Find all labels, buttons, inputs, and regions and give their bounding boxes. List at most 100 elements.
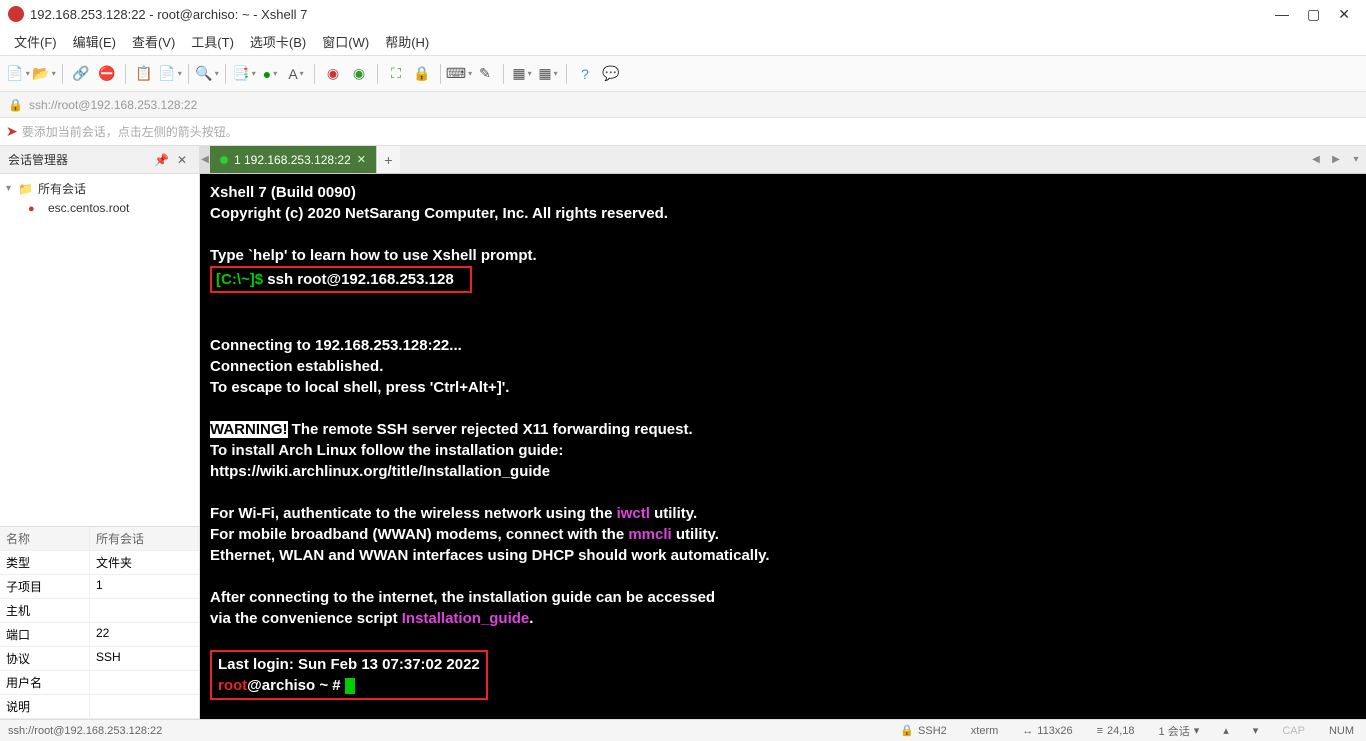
props-header-name: 名称 <box>0 527 90 550</box>
last-login-line: Last login: Sun Feb 13 07:37:02 2022 <box>218 654 480 675</box>
panel-close-icon[interactable]: ✕ <box>173 153 191 167</box>
lock-icon: 🔒 <box>900 724 914 737</box>
pin-icon[interactable]: 📌 <box>150 153 173 167</box>
ssh-command: ssh root@192.168.253.128 <box>267 271 453 288</box>
terminal-line: After connecting to the internet, the in… <box>210 587 1356 608</box>
address-text: ssh://root@192.168.253.128:22 <box>29 98 197 112</box>
app-icon <box>8 6 24 22</box>
terminal-line: via the convenience script Installation_… <box>210 608 1356 629</box>
tree-root-label: 所有会话 <box>38 180 86 197</box>
flag-icon[interactable]: ➤ <box>6 123 18 140</box>
hint-text: 要添加当前会话，点击左侧的箭头按钮。 <box>22 123 238 140</box>
separator <box>225 64 226 84</box>
colorscheme-button[interactable]: ● <box>258 62 282 86</box>
properties-button[interactable]: 📑 <box>232 62 256 86</box>
root-prompt-line: root@archiso ~ # <box>218 675 480 696</box>
lock-button[interactable]: 🔒 <box>410 62 434 86</box>
tab-list-button[interactable]: ▾ <box>1346 146 1366 173</box>
fullscreen-button[interactable]: ⛶ <box>384 62 408 86</box>
tab-close-icon[interactable]: ✕ <box>357 153 366 166</box>
open-button[interactable]: 📂 <box>32 62 56 86</box>
panel-header: 会话管理器 📌 ✕ <box>0 146 199 174</box>
close-button[interactable]: ✕ <box>1338 6 1350 23</box>
session-tree[interactable]: ▾ 所有会话 esc.centos.root <box>0 174 199 526</box>
paste-button[interactable]: 📄 <box>158 62 182 86</box>
terminal[interactable]: Xshell 7 (Build 0090)Copyright (c) 2020 … <box>200 174 1366 719</box>
separator <box>188 64 189 84</box>
terminal-line: For Wi-Fi, authenticate to the wireless … <box>210 503 1356 524</box>
feedback-button[interactable]: 💬 <box>599 62 623 86</box>
menu-tabs[interactable]: 选项卡(B) <box>242 29 314 54</box>
xagent-button[interactable]: ◉ <box>321 62 345 86</box>
tab-scroll-right[interactable]: ▶ <box>1326 146 1346 173</box>
xftp-button[interactable]: ◉ <box>347 62 371 86</box>
tab-nav-right: ◀ ▶ ▾ <box>1306 146 1366 173</box>
session-icon <box>28 201 44 215</box>
terminal-line: To escape to local shell, press 'Ctrl+Al… <box>210 377 1356 398</box>
separator <box>314 64 315 84</box>
terminal-line: Connecting to 192.168.253.128:22... <box>210 335 1356 356</box>
highlight-button[interactable]: ✎ <box>473 62 497 86</box>
help-button[interactable]: ? <box>573 62 597 86</box>
search-button[interactable]: 🔍 <box>195 62 219 86</box>
copy-button[interactable]: 📋 <box>132 62 156 86</box>
separator <box>440 64 441 84</box>
status-nav-down[interactable]: ▾ <box>1249 724 1263 737</box>
status-nav-up[interactable]: ▴ <box>1219 724 1233 737</box>
tab-bar: ◀ 1 192.168.253.128:22 ✕ + ◀ ▶ ▾ <box>200 146 1366 174</box>
status-term: xterm <box>967 725 1003 737</box>
tree-root[interactable]: ▾ 所有会话 <box>0 178 199 199</box>
keyboard-button[interactable]: ⌨ <box>447 62 471 86</box>
session-manager: 会话管理器 📌 ✕ ▾ 所有会话 esc.centos.root 名称 所有会话… <box>0 146 200 719</box>
maximize-button[interactable]: ▢ <box>1307 6 1320 23</box>
menu-tools[interactable]: 工具(T) <box>183 29 242 54</box>
tab-nav-left[interactable]: ◀ <box>200 146 210 173</box>
terminal-line: Type `help' to learn how to use Xshell p… <box>210 245 1356 266</box>
cursor-icon <box>345 678 355 694</box>
panel-title: 会话管理器 <box>8 151 150 168</box>
address-bar[interactable]: 🔒 ssh://root@192.168.253.128:22 <box>0 92 1366 118</box>
disconnect-button[interactable]: ⛔ <box>95 62 119 86</box>
highlight-box-ssh-command: [C:\~]$ ssh root@192.168.253.128 <box>210 266 472 293</box>
menu-file[interactable]: 文件(F) <box>6 29 65 54</box>
tree-item[interactable]: esc.centos.root <box>0 199 199 217</box>
terminal-line: Xshell 7 (Build 0090) <box>210 182 1356 203</box>
tab-label: 1 192.168.253.128:22 <box>234 153 351 167</box>
terminal-line: Connection established. <box>210 356 1356 377</box>
menu-help[interactable]: 帮助(H) <box>377 29 437 54</box>
status-size: ↔ 113x26 <box>1018 725 1076 737</box>
menu-window[interactable]: 窗口(W) <box>314 29 377 54</box>
status-pos: ≡ 24,18 <box>1093 725 1139 737</box>
menu-view[interactable]: 查看(V) <box>124 29 183 54</box>
tree-item-label: esc.centos.root <box>48 201 129 215</box>
terminal-line: WARNING! The remote SSH server rejected … <box>210 419 1356 440</box>
props-header: 名称 所有会话 <box>0 527 199 551</box>
props-row-protocol: 协议SSH <box>0 647 199 671</box>
reconnect-button[interactable]: 🔗 <box>69 62 93 86</box>
status-sessions[interactable]: 1 会话 ▾ <box>1155 723 1204 739</box>
folder-icon <box>18 182 34 196</box>
props-row-host: 主机 <box>0 599 199 623</box>
minimize-button[interactable]: — <box>1275 6 1289 23</box>
font-button[interactable]: A <box>284 62 308 86</box>
separator <box>566 64 567 84</box>
menu-edit[interactable]: 编辑(E) <box>65 29 124 54</box>
props-row-type: 类型文件夹 <box>0 551 199 575</box>
status-ssh: 🔒SSH2 <box>896 724 950 737</box>
window-controls: — ▢ ✕ <box>1275 6 1358 23</box>
new-session-button[interactable]: 📄 <box>6 62 30 86</box>
broadcast-button[interactable]: ▦ <box>536 62 560 86</box>
tab-active[interactable]: 1 192.168.253.128:22 ✕ <box>210 146 376 173</box>
props-row-port: 端口22 <box>0 623 199 647</box>
layout-button[interactable]: ▦ <box>510 62 534 86</box>
status-bar: ssh://root@192.168.253.128:22 🔒SSH2 xter… <box>0 719 1366 741</box>
connected-icon <box>220 156 228 164</box>
window-title: 192.168.253.128:22 - root@archiso: ~ - X… <box>30 7 1275 22</box>
separator <box>125 64 126 84</box>
props-header-value: 所有会话 <box>90 527 199 550</box>
tab-add-button[interactable]: + <box>376 146 400 173</box>
separator <box>503 64 504 84</box>
tab-scroll-left[interactable]: ◀ <box>1306 146 1326 173</box>
terminal-line: Copyright (c) 2020 NetSarang Computer, I… <box>210 203 1356 224</box>
collapse-icon[interactable]: ▾ <box>6 183 18 194</box>
